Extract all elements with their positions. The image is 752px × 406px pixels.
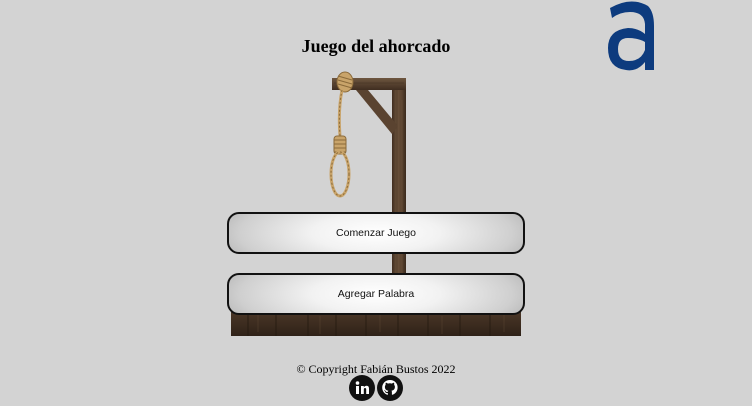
github-icon[interactable] — [377, 375, 403, 401]
start-game-button[interactable]: Comenzar Juego — [227, 212, 525, 254]
linkedin-icon[interactable] — [349, 375, 375, 401]
page-title: Juego del ahorcado — [301, 36, 451, 56]
gallows-brace — [356, 90, 398, 134]
add-word-button[interactable]: Agregar Palabra — [227, 273, 525, 315]
copyright-text: © Copyright Fabián Bustos 2022 — [296, 362, 456, 376]
